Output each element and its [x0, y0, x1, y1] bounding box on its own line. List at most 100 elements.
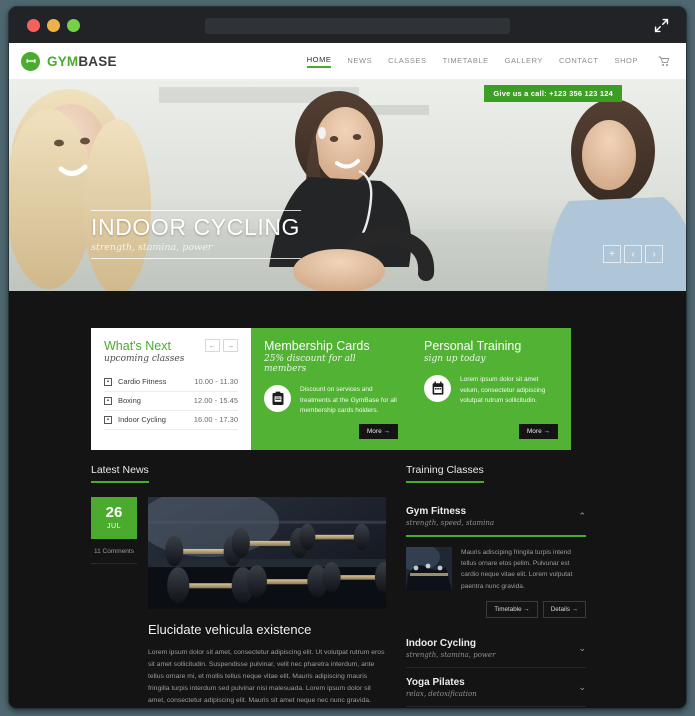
promo-body: Lorem ipsum dolor sit amet velum, consec… [424, 375, 558, 407]
whats-next-arrows: ← → [205, 339, 238, 352]
hero-caption: INDOOR CYCLING strength, stamina, power [91, 209, 301, 259]
hero-slider: Give us a call: +123 356 123 124 INDOOR … [9, 79, 686, 291]
accordion-subtitle: strength, stamina, power [406, 650, 496, 659]
post-comments-count[interactable]: 11 Comments [91, 548, 137, 564]
shopping-cart-icon[interactable] [658, 56, 670, 67]
accordion-title: Indoor Cycling [406, 637, 476, 649]
accordion-body: Mauris adisciping fringila turpis intend… [406, 547, 586, 592]
class-time: 16.00 - 17.30 [193, 415, 238, 424]
promo-body: Discount on services and treatments at t… [264, 385, 398, 417]
class-name: Cardio Fitness [118, 377, 167, 386]
promo-text: Discount on services and treatments at t… [300, 386, 397, 415]
site-logo[interactable]: GYMBASE [21, 51, 117, 71]
hero-subtitle: strength, stamina, power [91, 242, 213, 253]
brand-second: BASE [78, 53, 117, 69]
class-time: 10.00 - 11.30 [194, 377, 238, 386]
accordion-header[interactable]: Gym Fitness strength, speed, stamina ⌃ [406, 497, 586, 535]
main-navigation: HOME NEWS CLASSES TIMETABLE GALLERY CONT… [306, 55, 670, 68]
promo-title: Personal Training [424, 339, 522, 353]
class-time: 12.00 - 15.45 [193, 396, 238, 405]
address-bar-input[interactable] [205, 18, 510, 34]
site-header: GYMBASE HOME NEWS CLASSES TIMETABLE GALL… [9, 43, 686, 79]
accordion-item-gym-fitness: Gym Fitness strength, speed, stamina ⌃ M… [406, 497, 586, 629]
slider-controls: + ‹ › [603, 245, 663, 263]
chevron-down-icon[interactable]: ⌄ [578, 682, 586, 693]
page-viewport: GYMBASE HOME NEWS CLASSES TIMETABLE GALL… [9, 43, 686, 708]
class-name: Boxing [118, 396, 141, 405]
close-window-button[interactable] [27, 18, 40, 32]
news-post: 26 JUL 11 Comments Elucidate vehicula ex… [91, 497, 386, 708]
whats-next-subtitle: upcoming classes [104, 354, 185, 364]
whats-next-list: ▪ Cardio Fitness 10.00 - 11.30 ▪ Boxing … [104, 373, 238, 430]
post-title[interactable]: Elucidate vehicula existence [148, 622, 386, 637]
browser-window: GYMBASE HOME NEWS CLASSES TIMETABLE GALL… [8, 6, 687, 709]
hero-title: INDOOR CYCLING [91, 213, 301, 240]
slider-prev-button[interactable]: ‹ [624, 245, 642, 263]
slider-play-pause-button[interactable]: + [603, 245, 621, 263]
accordion-panel: Mauris adisciping fringila turpis intend… [406, 535, 586, 629]
accordion-header[interactable]: Indoor Cycling strength, stamina, power … [406, 629, 586, 667]
post-meta: 26 JUL 11 Comments [91, 497, 137, 708]
main-content: Latest News 26 JUL 11 Comments Elucidate… [9, 450, 686, 708]
promo-subtitle: 25% discount for all members [264, 354, 356, 374]
membership-cards-panel: Membership Cards 25% discount for all me… [251, 328, 411, 450]
date-badge: 26 JUL [91, 497, 137, 539]
whats-next-header: What's Next upcoming classes ← → [104, 339, 238, 364]
timetable-button[interactable]: Timetable → [486, 600, 538, 618]
accordion-subtitle: strength, speed, stamina [406, 519, 495, 527]
latest-news-column: Latest News 26 JUL 11 Comments Elucidate… [91, 460, 386, 708]
list-item[interactable]: ▪ Indoor Cycling 16.00 - 17.30 [104, 411, 238, 430]
nav-item-contact[interactable]: CONTACT [559, 56, 599, 67]
latest-news-heading: Latest News [91, 464, 149, 483]
nav-item-shop[interactable]: SHOP [615, 56, 638, 67]
accordion-title: Gym Fitness [406, 506, 467, 517]
post-photo[interactable] [148, 497, 386, 609]
maximize-window-button[interactable] [67, 18, 80, 32]
nav-item-news[interactable]: NEWS [347, 56, 372, 67]
class-icon: ▪ [104, 415, 112, 424]
nav-item-home[interactable]: HOME [306, 55, 332, 68]
class-description: Mauris adisciping fringila turpis intend… [461, 549, 573, 590]
brand-first: GYM [47, 53, 79, 69]
accordion-header[interactable]: Cardio Fitness cardiovascular fitness ⌄ [406, 707, 586, 708]
slider-next-button[interactable]: › [645, 245, 663, 263]
personal-training-more-button[interactable]: More → [518, 424, 558, 439]
dumbbell-rack-photo [148, 497, 386, 609]
hero-rule-top [91, 209, 301, 211]
list-item[interactable]: ▪ Boxing 12.00 - 15.45 [104, 392, 238, 411]
hero-rule-bottom [91, 258, 301, 259]
post-excerpt: Lorem ipsum dolor sit amet, consectetur … [148, 649, 385, 705]
whats-next-title: What's Next [104, 339, 171, 353]
chevron-down-icon[interactable]: ⌄ [578, 643, 586, 654]
class-name: Indoor Cycling [118, 415, 166, 424]
gloves-photo [406, 547, 452, 591]
nav-item-gallery[interactable]: GALLERY [505, 56, 543, 67]
training-classes-column: Training Classes Gym Fitness strength, s… [406, 460, 586, 708]
whats-next-next-button[interactable]: → [223, 339, 238, 352]
expand-arrows-icon[interactable] [653, 17, 670, 34]
post-day: 26 [105, 504, 123, 521]
details-button[interactable]: Details → [542, 600, 586, 618]
accordion-item-yoga-pilates: Yoga Pilates relax, detoxification ⌄ [406, 668, 586, 707]
browser-titlebar [9, 7, 686, 43]
membership-more-button[interactable]: More → [358, 424, 398, 439]
promo-title: Membership Cards [264, 339, 370, 353]
whats-next-prev-button[interactable]: ← [205, 339, 220, 352]
minimize-window-button[interactable] [47, 18, 60, 32]
brand-text: GYMBASE [47, 54, 117, 69]
promo-row: What's Next upcoming classes ← → ▪ Cardi… [91, 328, 571, 450]
call-us-badge: Give us a call: +123 356 123 124 [484, 85, 622, 102]
calendar-icon [424, 375, 451, 402]
chevron-up-icon[interactable]: ⌃ [578, 511, 586, 522]
nav-item-classes[interactable]: CLASSES [388, 56, 426, 67]
training-classes-heading: Training Classes [406, 464, 484, 483]
post-month: JUL [107, 523, 121, 530]
accordion-header[interactable]: Yoga Pilates relax, detoxification ⌄ [406, 668, 586, 706]
promo-text: Lorem ipsum dolor sit amet velum, consec… [460, 376, 546, 405]
nav-item-timetable[interactable]: TIMETABLE [443, 56, 489, 67]
list-item[interactable]: ▪ Cardio Fitness 10.00 - 11.30 [104, 373, 238, 392]
post-body: Elucidate vehicula existence Lorem ipsum… [148, 497, 386, 708]
accordion-title: Yoga Pilates [406, 676, 465, 688]
clipboard-icon [264, 385, 291, 412]
class-thumbnail[interactable] [406, 547, 452, 591]
